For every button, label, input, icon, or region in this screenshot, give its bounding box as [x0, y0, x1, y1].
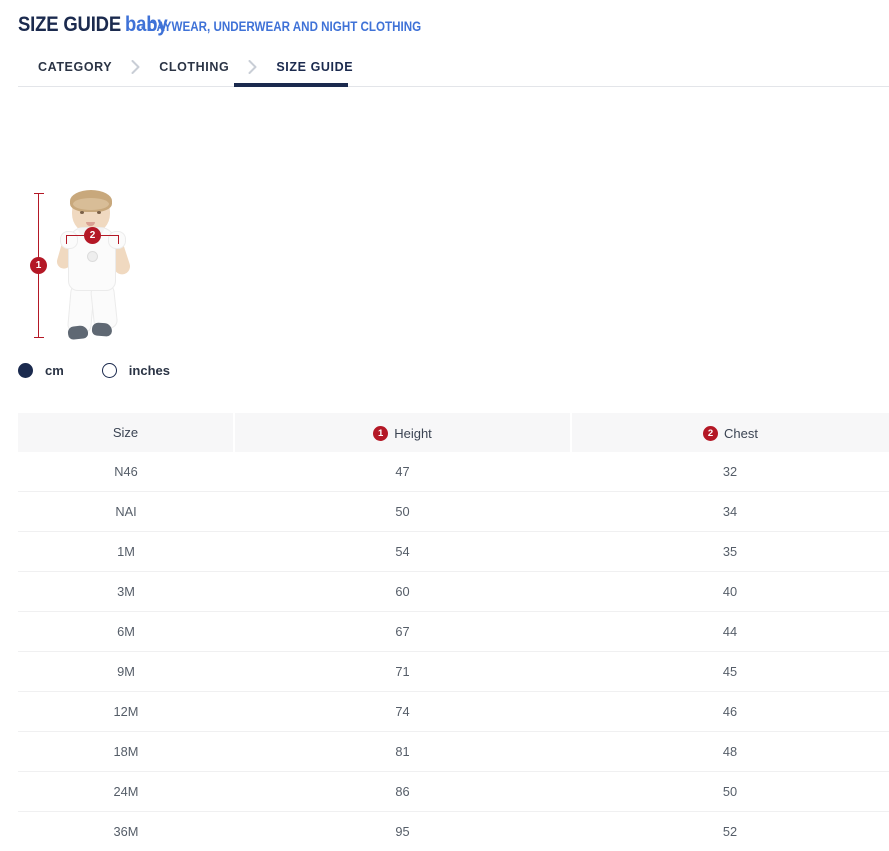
table-row: 1M 54 35: [18, 532, 889, 572]
cell-height: 67: [234, 612, 571, 652]
cell-height: 86: [234, 772, 571, 812]
cell-size: 1M: [18, 532, 234, 572]
page-header: SIZE GUIDE baby - DAYWEAR, UNDERWEAR AND…: [0, 0, 889, 37]
chest-measure-cap-left: [66, 235, 67, 244]
radio-inches-icon[interactable]: [102, 363, 117, 378]
height-measure-cap-top: [34, 193, 44, 194]
table-row: NAI 50 34: [18, 492, 889, 532]
column-badge-1: 1: [373, 426, 388, 441]
cell-size: 6M: [18, 612, 234, 652]
cell-height: 74: [234, 692, 571, 732]
page-title-main: SIZE GUIDE: [18, 13, 121, 37]
cell-height: 60: [234, 572, 571, 612]
cell-height: 54: [234, 532, 571, 572]
column-header-size: Size: [18, 413, 234, 452]
cell-size: 36M: [18, 812, 234, 851]
radio-cm-icon[interactable]: [18, 363, 33, 378]
table-body: N46 47 32 NAI 50 34 1M 54 35 3M 60 40 6M: [18, 452, 889, 851]
breadcrumb-item-clothing[interactable]: CLOTHING: [157, 60, 231, 74]
cell-size: 18M: [18, 732, 234, 772]
cell-chest: 48: [571, 732, 889, 772]
cell-chest: 50: [571, 772, 889, 812]
cell-chest: 45: [571, 652, 889, 692]
cell-chest: 35: [571, 532, 889, 572]
table-row: 24M 86 50: [18, 772, 889, 812]
baby-eye-right: [97, 211, 101, 214]
baby-eye-left: [80, 211, 84, 214]
cell-size: 9M: [18, 652, 234, 692]
unit-option-inches[interactable]: inches: [102, 363, 170, 378]
table-header-row: Size 1 Height 2 Chest: [18, 413, 889, 452]
breadcrumb: CATEGORY CLOTHING SIZE GUIDE: [0, 52, 889, 87]
breadcrumb-divider: [18, 86, 889, 87]
chevron-right-icon: [248, 60, 257, 74]
baby-foot-right: [92, 322, 113, 336]
baby-hair: [70, 190, 112, 212]
cell-chest: 32: [571, 452, 889, 492]
baby-sleeve-right: [108, 231, 126, 249]
baby-romper-button: [87, 251, 98, 262]
page-title: SIZE GUIDE baby - DAYWEAR, UNDERWEAR AND…: [18, 13, 889, 37]
page-title-subtitle: - DAYWEAR, UNDERWEAR AND NIGHT CLOTHING: [141, 19, 421, 34]
cell-size: 3M: [18, 572, 234, 612]
column-header-height-label: Height: [394, 426, 432, 441]
size-guide-table: Size 1 Height 2 Chest: [18, 413, 889, 851]
table-row: 18M 81 48: [18, 732, 889, 772]
table-row: 3M 60 40: [18, 572, 889, 612]
baby-sleeve-left: [60, 231, 78, 249]
breadcrumb-item-size-guide[interactable]: SIZE GUIDE: [274, 60, 355, 74]
size-guide-table-wrapper: Size 1 Height 2 Chest: [18, 413, 889, 851]
cell-height: 50: [234, 492, 571, 532]
height-measure-cap-bottom: [34, 337, 44, 338]
column-header-size-label: Size: [113, 425, 138, 440]
unit-option-inches-label: inches: [129, 363, 170, 378]
column-header-height: 1 Height: [234, 413, 571, 452]
cell-height: 95: [234, 812, 571, 851]
column-header-chest-label: Chest: [724, 426, 758, 441]
unit-option-cm[interactable]: cm: [18, 363, 64, 378]
unit-selector: cm inches: [18, 363, 170, 378]
chevron-right-icon: [131, 60, 140, 74]
breadcrumb-item-category[interactable]: CATEGORY: [36, 60, 114, 74]
cell-chest: 52: [571, 812, 889, 851]
active-tab-indicator: [234, 83, 348, 87]
cell-height: 47: [234, 452, 571, 492]
cell-height: 71: [234, 652, 571, 692]
table-row: 12M 74 46: [18, 692, 889, 732]
table-row: 36M 95 52: [18, 812, 889, 851]
cell-size: NAI: [18, 492, 234, 532]
table-header: Size 1 Height 2 Chest: [18, 413, 889, 452]
measurement-figure-area: 1 2 cm inches: [0, 93, 889, 353]
chest-measure-cap-right: [118, 235, 119, 244]
cell-size: 12M: [18, 692, 234, 732]
cell-chest: 34: [571, 492, 889, 532]
table-row: 9M 71 45: [18, 652, 889, 692]
figure-marker-1: 1: [30, 257, 47, 274]
cell-chest: 46: [571, 692, 889, 732]
cell-chest: 44: [571, 612, 889, 652]
table-row: N46 47 32: [18, 452, 889, 492]
table-row: 6M 67 44: [18, 612, 889, 652]
unit-option-cm-label: cm: [45, 363, 64, 378]
cell-chest: 40: [571, 572, 889, 612]
baby-illustration: [56, 191, 128, 343]
column-badge-2: 2: [703, 426, 718, 441]
cell-size: N46: [18, 452, 234, 492]
cell-size: 24M: [18, 772, 234, 812]
figure-marker-2: 2: [84, 227, 101, 244]
column-header-chest: 2 Chest: [571, 413, 889, 452]
baby-measurement-figure: 1 2: [18, 187, 158, 347]
baby-foot-left: [67, 325, 88, 340]
cell-height: 81: [234, 732, 571, 772]
